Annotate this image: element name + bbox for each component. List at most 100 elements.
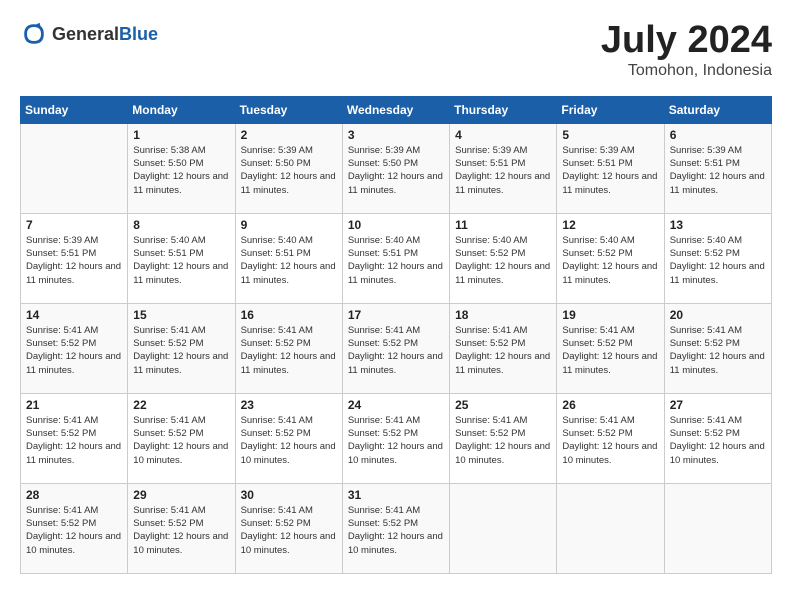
day-number: 9 <box>241 218 337 232</box>
day-info: Sunrise: 5:39 AM Sunset: 5:51 PM Dayligh… <box>455 144 551 197</box>
day-info: Sunrise: 5:41 AM Sunset: 5:52 PM Dayligh… <box>348 324 444 377</box>
day-number: 22 <box>133 398 229 412</box>
day-number: 21 <box>26 398 122 412</box>
calendar-cell-w5-d3: 30 Sunrise: 5:41 AM Sunset: 5:52 PM Dayli… <box>235 483 342 573</box>
day-info: Sunrise: 5:40 AM Sunset: 5:52 PM Dayligh… <box>562 234 658 287</box>
col-wednesday: Wednesday <box>342 96 449 123</box>
day-number: 5 <box>562 128 658 142</box>
day-info: Sunrise: 5:41 AM Sunset: 5:52 PM Dayligh… <box>562 324 658 377</box>
day-info: Sunrise: 5:41 AM Sunset: 5:52 PM Dayligh… <box>455 324 551 377</box>
logo-text: GeneralBlue <box>52 24 158 45</box>
day-info: Sunrise: 5:39 AM Sunset: 5:50 PM Dayligh… <box>348 144 444 197</box>
day-info: Sunrise: 5:39 AM Sunset: 5:51 PM Dayligh… <box>562 144 658 197</box>
calendar-cell-w4-d2: 22 Sunrise: 5:41 AM Sunset: 5:52 PM Dayli… <box>128 393 235 483</box>
day-info: Sunrise: 5:41 AM Sunset: 5:52 PM Dayligh… <box>241 414 337 467</box>
page-header: GeneralBlue July 2024 Tomohon, Indonesia <box>20 20 772 80</box>
calendar-cell-w3-d7: 20Sunrise: 5:41 AM Sunset: 5:52 PM Dayli… <box>664 303 771 393</box>
day-info: Sunrise: 5:39 AM Sunset: 5:51 PM Dayligh… <box>26 234 122 287</box>
day-number: 20 <box>670 308 766 322</box>
day-number: 1 <box>133 128 229 142</box>
calendar-table: Sunday Monday Tuesday Wednesday Thursday… <box>20 96 772 574</box>
calendar-cell-w2-d6: 12Sunrise: 5:40 AM Sunset: 5:52 PM Dayli… <box>557 213 664 303</box>
day-number: 23 <box>241 398 337 412</box>
day-number: 10 <box>348 218 444 232</box>
calendar-cell-w5-d4: 31 Sunrise: 5:41 AM Sunset: 5:52 PM Dayli… <box>342 483 449 573</box>
location-subtitle: Tomohon, Indonesia <box>601 62 772 80</box>
calendar-week-2: 7 Sunrise: 5:39 AM Sunset: 5:51 PM Daylig… <box>21 213 772 303</box>
day-number: 6 <box>670 128 766 142</box>
day-number: 31 <box>348 488 444 502</box>
day-info: Sunrise: 5:41 AM Sunset: 5:52 PM Dayligh… <box>348 504 444 557</box>
day-number: 2 <box>241 128 337 142</box>
day-number: 11 <box>455 218 551 232</box>
col-tuesday: Tuesday <box>235 96 342 123</box>
day-info: Sunrise: 5:40 AM Sunset: 5:52 PM Dayligh… <box>670 234 766 287</box>
calendar-cell-w3-d3: 16Sunrise: 5:41 AM Sunset: 5:52 PM Dayli… <box>235 303 342 393</box>
calendar-cell-w3-d5: 18 Sunrise: 5:41 AM Sunset: 5:52 PM Dayli… <box>450 303 557 393</box>
col-saturday: Saturday <box>664 96 771 123</box>
day-number: 30 <box>241 488 337 502</box>
calendar-cell-w1-d1 <box>21 123 128 213</box>
calendar-week-3: 14Sunrise: 5:41 AM Sunset: 5:52 PM Dayli… <box>21 303 772 393</box>
day-number: 26 <box>562 398 658 412</box>
calendar-cell-w5-d2: 29 Sunrise: 5:41 AM Sunset: 5:52 PM Dayli… <box>128 483 235 573</box>
day-info: Sunrise: 5:40 AM Sunset: 5:52 PM Dayligh… <box>455 234 551 287</box>
col-friday: Friday <box>557 96 664 123</box>
calendar-cell-w2-d7: 13 Sunrise: 5:40 AM Sunset: 5:52 PM Dayli… <box>664 213 771 303</box>
day-info: Sunrise: 5:39 AM Sunset: 5:50 PM Dayligh… <box>241 144 337 197</box>
calendar-cell-w2-d5: 11 Sunrise: 5:40 AM Sunset: 5:52 PM Dayli… <box>450 213 557 303</box>
col-sunday: Sunday <box>21 96 128 123</box>
day-info: Sunrise: 5:41 AM Sunset: 5:52 PM Dayligh… <box>348 414 444 467</box>
calendar-cell-w1-d7: 6Sunrise: 5:39 AM Sunset: 5:51 PM Daylig… <box>664 123 771 213</box>
calendar-cell-w2-d1: 7 Sunrise: 5:39 AM Sunset: 5:51 PM Daylig… <box>21 213 128 303</box>
title-block: July 2024 Tomohon, Indonesia <box>601 20 772 80</box>
calendar-cell-w5-d1: 28 Sunrise: 5:41 AM Sunset: 5:52 PM Dayli… <box>21 483 128 573</box>
calendar-cell-w3-d1: 14Sunrise: 5:41 AM Sunset: 5:52 PM Dayli… <box>21 303 128 393</box>
day-number: 15 <box>133 308 229 322</box>
day-info: Sunrise: 5:40 AM Sunset: 5:51 PM Dayligh… <box>133 234 229 287</box>
calendar-week-5: 28 Sunrise: 5:41 AM Sunset: 5:52 PM Dayli… <box>21 483 772 573</box>
day-number: 4 <box>455 128 551 142</box>
day-info: Sunrise: 5:41 AM Sunset: 5:52 PM Dayligh… <box>455 414 551 467</box>
day-info: Sunrise: 5:41 AM Sunset: 5:52 PM Dayligh… <box>26 504 122 557</box>
day-number: 27 <box>670 398 766 412</box>
calendar-cell-w4-d5: 25Sunrise: 5:41 AM Sunset: 5:52 PM Dayli… <box>450 393 557 483</box>
calendar-cell-w1-d6: 5 Sunrise: 5:39 AM Sunset: 5:51 PM Daylig… <box>557 123 664 213</box>
calendar-cell-w3-d2: 15 Sunrise: 5:41 AM Sunset: 5:52 PM Dayli… <box>128 303 235 393</box>
calendar-week-4: 21 Sunrise: 5:41 AM Sunset: 5:52 PM Dayli… <box>21 393 772 483</box>
calendar-cell-w1-d4: 3 Sunrise: 5:39 AM Sunset: 5:50 PM Daylig… <box>342 123 449 213</box>
calendar-cell-w4-d1: 21 Sunrise: 5:41 AM Sunset: 5:52 PM Dayli… <box>21 393 128 483</box>
calendar-cell-w5-d5 <box>450 483 557 573</box>
month-year-title: July 2024 <box>601 20 772 62</box>
col-thursday: Thursday <box>450 96 557 123</box>
day-number: 24 <box>348 398 444 412</box>
day-info: Sunrise: 5:38 AM Sunset: 5:50 PM Dayligh… <box>133 144 229 197</box>
calendar-cell-w1-d5: 4 Sunrise: 5:39 AM Sunset: 5:51 PM Daylig… <box>450 123 557 213</box>
calendar-cell-w1-d2: 1 Sunrise: 5:38 AM Sunset: 5:50 PM Daylig… <box>128 123 235 213</box>
day-number: 17 <box>348 308 444 322</box>
calendar-cell-w1-d3: 2 Sunrise: 5:39 AM Sunset: 5:50 PM Daylig… <box>235 123 342 213</box>
day-number: 13 <box>670 218 766 232</box>
day-info: Sunrise: 5:41 AM Sunset: 5:52 PM Dayligh… <box>26 414 122 467</box>
calendar-header-row: Sunday Monday Tuesday Wednesday Thursday… <box>21 96 772 123</box>
calendar-week-1: 1 Sunrise: 5:38 AM Sunset: 5:50 PM Daylig… <box>21 123 772 213</box>
day-info: Sunrise: 5:41 AM Sunset: 5:52 PM Dayligh… <box>241 504 337 557</box>
calendar-cell-w5-d6 <box>557 483 664 573</box>
day-info: Sunrise: 5:41 AM Sunset: 5:52 PM Dayligh… <box>562 414 658 467</box>
calendar-cell-w2-d2: 8 Sunrise: 5:40 AM Sunset: 5:51 PM Daylig… <box>128 213 235 303</box>
day-number: 18 <box>455 308 551 322</box>
day-info: Sunrise: 5:41 AM Sunset: 5:52 PM Dayligh… <box>133 324 229 377</box>
day-info: Sunrise: 5:41 AM Sunset: 5:52 PM Dayligh… <box>133 414 229 467</box>
day-number: 3 <box>348 128 444 142</box>
day-number: 8 <box>133 218 229 232</box>
day-number: 28 <box>26 488 122 502</box>
day-info: Sunrise: 5:41 AM Sunset: 5:52 PM Dayligh… <box>133 504 229 557</box>
calendar-cell-w4-d4: 24 Sunrise: 5:41 AM Sunset: 5:52 PM Dayli… <box>342 393 449 483</box>
calendar-cell-w2-d4: 10Sunrise: 5:40 AM Sunset: 5:51 PM Dayli… <box>342 213 449 303</box>
calendar-cell-w4-d3: 23 Sunrise: 5:41 AM Sunset: 5:52 PM Dayli… <box>235 393 342 483</box>
day-info: Sunrise: 5:41 AM Sunset: 5:52 PM Dayligh… <box>241 324 337 377</box>
day-number: 7 <box>26 218 122 232</box>
day-info: Sunrise: 5:40 AM Sunset: 5:51 PM Dayligh… <box>241 234 337 287</box>
calendar-cell-w5-d7 <box>664 483 771 573</box>
day-number: 29 <box>133 488 229 502</box>
